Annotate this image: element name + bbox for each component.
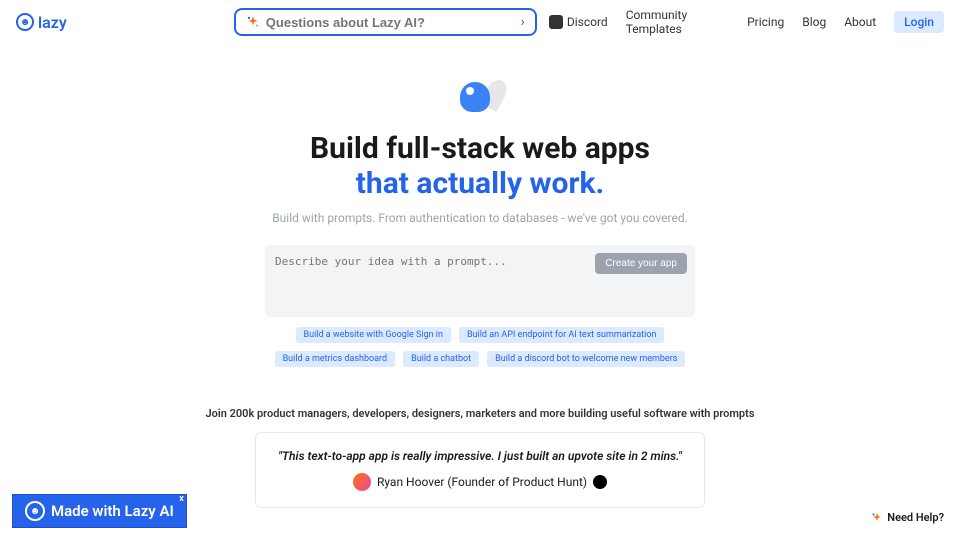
nav-blog[interactable]: Blog bbox=[802, 15, 826, 29]
chip[interactable]: Build a discord bot to welcome new membe… bbox=[487, 351, 685, 367]
testimonial-quote: "This text-to-app app is really impressi… bbox=[272, 449, 688, 463]
subtitle: Build with prompts. From authentication … bbox=[0, 211, 960, 225]
logo-icon: ☻ bbox=[16, 13, 34, 31]
header: ☻ lazy › Discord Community Templates Pri… bbox=[0, 0, 960, 44]
chip[interactable]: Build a metrics dashboard bbox=[275, 351, 396, 367]
page-title: Build full-stack web apps that actually … bbox=[0, 132, 960, 201]
search-box[interactable]: › bbox=[234, 8, 537, 36]
sparkle-icon bbox=[871, 512, 883, 524]
testimonial: "This text-to-app app is really impressi… bbox=[255, 432, 705, 508]
chip[interactable]: Build a website with Google Sign in bbox=[296, 327, 451, 343]
sparkle-icon bbox=[246, 15, 260, 29]
close-icon[interactable]: x bbox=[179, 494, 184, 504]
nav-about[interactable]: About bbox=[844, 15, 876, 29]
nav-pricing[interactable]: Pricing bbox=[747, 15, 784, 29]
need-help-button[interactable]: Need Help? bbox=[871, 511, 944, 524]
search-input[interactable] bbox=[266, 15, 521, 30]
chevron-right-icon[interactable]: › bbox=[521, 14, 525, 30]
hero: Build full-stack web apps that actually … bbox=[0, 74, 960, 225]
prompt-area: Create your app bbox=[265, 245, 695, 317]
chip[interactable]: Build an API endpoint for AI text summar… bbox=[459, 327, 665, 343]
mascot-image bbox=[450, 74, 510, 124]
chip[interactable]: Build a chatbot bbox=[403, 351, 479, 367]
logo[interactable]: ☻ lazy bbox=[16, 13, 67, 32]
lazy-icon: ☻ bbox=[25, 501, 45, 521]
nav: Discord Community Templates Pricing Blog… bbox=[549, 8, 944, 36]
badge-icon bbox=[593, 475, 607, 489]
create-app-button[interactable]: Create your app bbox=[595, 253, 687, 274]
nav-discord[interactable]: Discord bbox=[549, 15, 608, 29]
discord-icon bbox=[549, 15, 563, 29]
testimonial-author: Ryan Hoover (Founder of Product Hunt) bbox=[272, 473, 688, 491]
nav-templates[interactable]: Community Templates bbox=[626, 8, 729, 36]
login-button[interactable]: Login bbox=[894, 11, 944, 33]
logo-text: lazy bbox=[38, 13, 67, 32]
social-proof: Join 200k product managers, developers, … bbox=[0, 407, 960, 420]
avatar bbox=[353, 473, 371, 491]
chips: Build a website with Google Sign in Buil… bbox=[260, 327, 700, 367]
made-with-badge[interactable]: x ☻ Made with Lazy AI bbox=[12, 494, 187, 528]
